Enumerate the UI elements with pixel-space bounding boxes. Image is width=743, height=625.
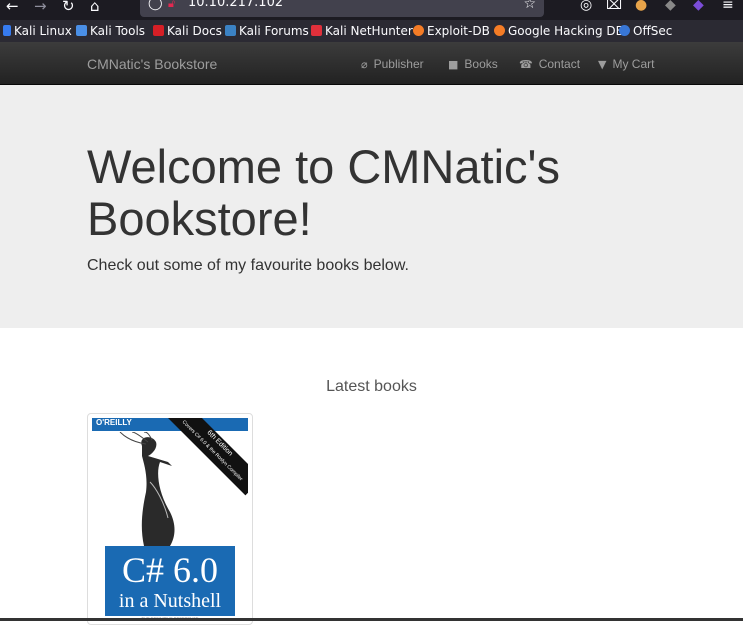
nav-label: Books: [464, 57, 498, 71]
bookmark-kali-docs[interactable]: Kali Docs: [153, 24, 222, 38]
home-icon[interactable]: ⌂: [90, 0, 100, 16]
book-thumbnail[interactable]: O'REILLY 6th Edition Covers C# 6.0 & the …: [87, 413, 253, 625]
bookmark-label: Kali Forums: [239, 24, 309, 38]
exploit-db-icon: [413, 25, 424, 36]
nav-label: Publisher: [373, 57, 424, 71]
kali-dragon-icon: [3, 25, 11, 36]
nav-cart[interactable]: ▼ My Cart: [598, 57, 654, 71]
nav-books[interactable]: ■ Books: [448, 57, 498, 71]
bookmark-label: Kali Tools: [90, 24, 146, 38]
bookmarks-bar: Kali Linux Kali Tools Kali Docs Kali For…: [0, 20, 743, 42]
jumbotron: Welcome to CMNatic's Bookstore! Check ou…: [0, 85, 743, 328]
brand-link[interactable]: CMNatic's Bookstore: [87, 56, 217, 72]
bookmark-star-icon[interactable]: ☆: [523, 0, 536, 12]
browser-toolbar: ← → ↻ ⌂ ◯ 🔓︎ 10.10.217.102 ☆ ◎ ⌧ ● ◆ ◆ ≡: [0, 0, 743, 20]
paperclip-icon: ⌀: [361, 58, 368, 71]
publisher-name: O'REILLY: [96, 418, 132, 427]
kali-tools-icon: [76, 25, 87, 36]
bookmark-label: Kali NetHunter: [325, 24, 413, 38]
menu-icon[interactable]: ≡: [722, 0, 734, 13]
nav-publisher[interactable]: ⌀ Publisher: [361, 57, 424, 71]
nethunter-icon: [311, 25, 322, 36]
reload-icon[interactable]: ↻: [62, 0, 75, 16]
phone-icon: ☎: [519, 58, 533, 71]
page-subtitle: Check out some of my favourite books bel…: [87, 257, 409, 274]
cart-icon: ▼: [598, 58, 607, 71]
forward-icon[interactable]: →: [34, 0, 47, 16]
wappalyzer-icon[interactable]: ◆: [693, 0, 704, 13]
book-cover[interactable]: O'REILLY 6th Edition Covers C# 6.0 & the …: [92, 418, 248, 624]
bookmark-kali-tools[interactable]: Kali Tools: [76, 24, 145, 38]
bookmark-label: OffSec: [633, 24, 673, 38]
title-box: C# 6.0 in a Nutshell: [105, 546, 235, 616]
extensions-icon[interactable]: ⌧: [606, 0, 622, 13]
bookmark-google-hacking-db[interactable]: Google Hacking DB: [494, 24, 624, 38]
book-icon: ■: [448, 58, 459, 71]
bird-illustration: [119, 432, 175, 546]
bookmark-label: Kali Linux: [14, 24, 72, 38]
pocket-icon[interactable]: ◎: [580, 0, 592, 13]
section-heading: Latest books: [326, 378, 417, 395]
kali-docs-icon: [153, 25, 164, 36]
bookmark-kali-nethunter[interactable]: Kali NetHunter: [311, 24, 413, 38]
foxyproxy-icon[interactable]: ●: [635, 0, 647, 13]
ghdb-icon: [494, 25, 505, 36]
shield-icon[interactable]: ◯: [148, 0, 163, 11]
insecure-lock-icon[interactable]: 🔓︎: [168, 0, 175, 11]
bookmark-label: Kali Docs: [167, 24, 222, 38]
bookmark-label: Exploit-DB: [427, 24, 490, 38]
bookmark-kali-linux[interactable]: Kali Linux: [3, 24, 72, 38]
bookmark-exploit-db[interactable]: Exploit-DB: [413, 24, 490, 38]
addon-icon[interactable]: ◆: [665, 0, 676, 13]
page-title: Welcome to CMNatic's Bookstore!: [87, 140, 560, 245]
bookmark-label: Google Hacking DB: [508, 24, 624, 38]
site-navbar: CMNatic's Bookstore ⌀ Publisher ■ Books ☎ C…: [0, 42, 743, 85]
book-title: C# 6.0: [121, 550, 218, 590]
url-bar[interactable]: ◯ 🔓︎ 10.10.217.102 ☆: [140, 0, 544, 17]
book-title-sub: in a Nutshell: [118, 590, 222, 612]
url-text[interactable]: 10.10.217.102: [188, 0, 283, 10]
nav-contact[interactable]: ☎ Contact: [519, 57, 580, 71]
nav-label: My Cart: [612, 57, 655, 71]
offsec-icon: [619, 25, 630, 36]
kali-forums-icon: [225, 25, 236, 36]
back-icon[interactable]: ←: [6, 0, 19, 16]
bookmark-offsec[interactable]: OffSec: [619, 24, 672, 38]
nav-label: Contact: [538, 57, 581, 71]
bookmark-kali-forums[interactable]: Kali Forums: [225, 24, 309, 38]
